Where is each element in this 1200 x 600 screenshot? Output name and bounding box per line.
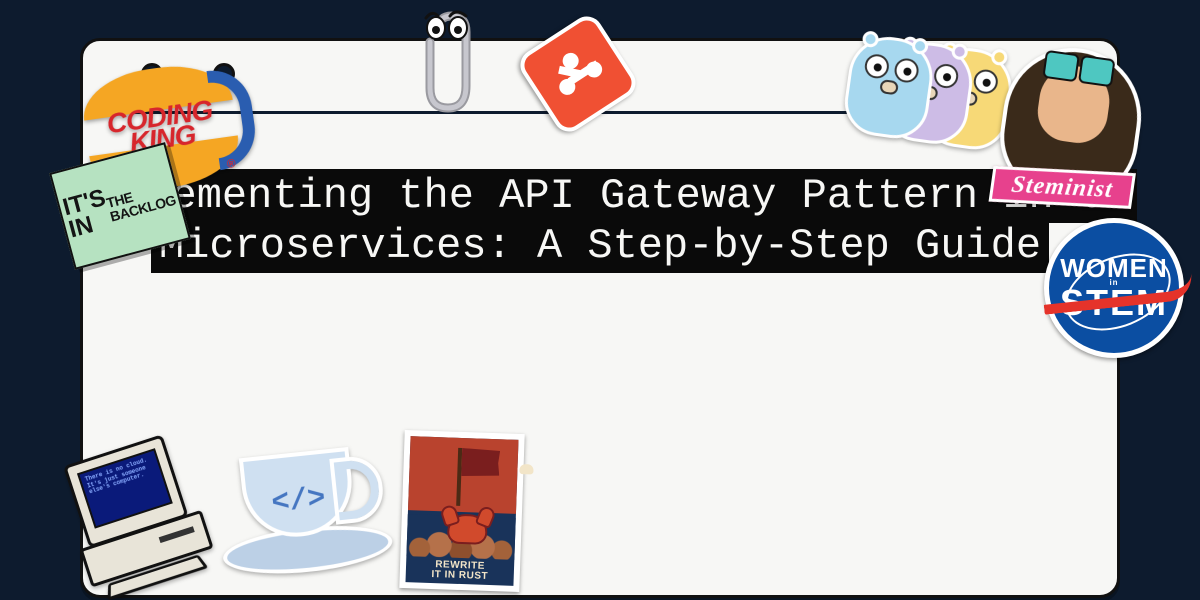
sticker-rewrite-in-rust: REWRITE IT IN RUST [399, 430, 524, 592]
rust-line2: IT IN RUST [431, 570, 488, 582]
sticker-women-in-stem: WOMEN in STEM [1044, 218, 1184, 358]
sticker-teacup-icon: </> [211, 422, 396, 589]
page-title-text: Implementing the API Gateway Pattern in … [63, 169, 1138, 273]
steminist-label: Steminist [989, 166, 1136, 209]
sticker-git-icon [514, 10, 642, 138]
registered-mark: ® [226, 156, 237, 171]
backlog-line2: THE BACKLOG [105, 180, 177, 223]
teacup-code-icon: </> [270, 482, 327, 521]
sticker-clippy-icon [408, 8, 488, 118]
sticker-steminist: Steminist [985, 30, 1157, 219]
retro-pc-screen-text: There is no cloud. It's just someone els… [77, 448, 173, 529]
